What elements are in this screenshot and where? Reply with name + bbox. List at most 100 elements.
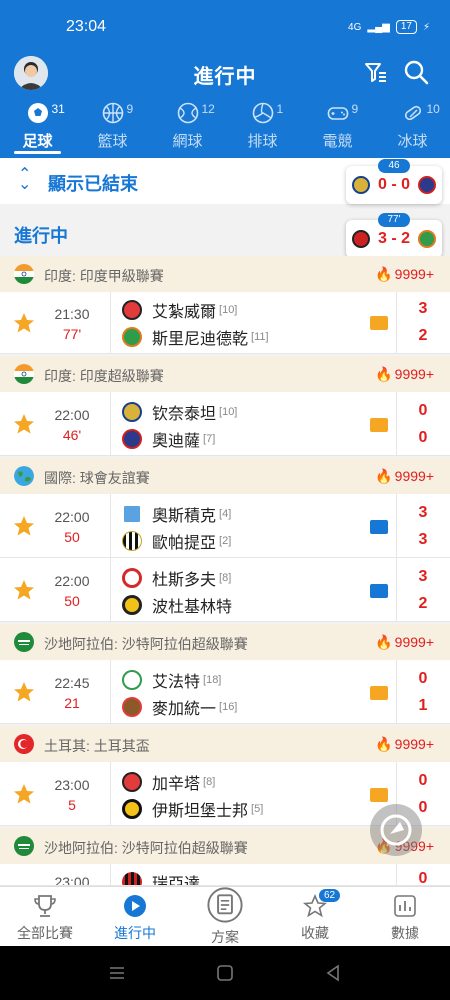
away-team: 麥加統一 [16] [122,695,237,719]
home-icon[interactable] [216,964,234,982]
team-name: 艾紮威爾 [152,304,217,321]
trophy-icon [34,895,56,917]
tab-count: 10 [426,102,440,116]
league-name: 國際: 球會友誼賽 [44,470,150,486]
tab-tennis[interactable]: 12 網球 [150,98,225,158]
soccer-kick-icon [380,814,412,846]
team-name: 瑞亞達 [152,876,201,886]
league-header[interactable]: 印度: 印度超級聯賽 🔥 9999+ [0,356,450,392]
match-row[interactable]: 22:00 50 奧斯積克 [4] 歐帕提亞 [2] 3 3 [0,494,450,558]
nav-live[interactable]: 進行中 [90,887,180,946]
team-badge-icon [122,872,142,885]
favorite-star-icon[interactable] [12,412,36,436]
away-team: 伊斯坦堡士邦 [5] [122,797,263,821]
hot-count: 🔥 9999+ [375,366,434,382]
charging-icon: ⚡ [422,21,430,33]
nav-all-matches[interactable]: 全部比賽 [0,887,90,946]
soccer-ball-icon [27,103,48,123]
tab-count: 9 [126,102,134,116]
odds-icon[interactable] [370,316,388,330]
saudi-flag-icon [14,632,34,652]
nav-data[interactable]: 數據 [360,887,450,946]
favorite-star-icon[interactable] [12,578,36,602]
tab-soccer[interactable]: 31 足球 [0,98,75,158]
filter-icon[interactable] [362,58,390,86]
nav-label: 數據 [391,925,419,941]
floating-score-chip[interactable]: 77' 3 - 2 [346,213,442,258]
home-score: 0 [418,870,428,886]
match-minute: 77' [62,326,82,342]
match-row[interactable]: 21:30 77' 艾紮威爾 [10] 斯里尼迪德乾 [11] 3 2 [0,292,450,354]
team-name: 加辛塔 [152,776,201,793]
team-name: 杜斯多夫 [152,572,217,589]
away-score: 3 [418,531,428,548]
match-time: 23:00 [54,777,90,793]
tab-count: 12 [201,102,215,116]
league-header[interactable]: 土耳其: 土耳其盃 🔥 9999+ [0,726,450,762]
tab-underline [14,151,61,154]
home-team: 杜斯多夫 [8] [122,566,231,590]
team-name: 斯里尼迪德乾 [152,331,249,348]
league-header[interactable]: 沙地阿拉伯: 沙特阿拉伯超級聯賽 🔥 9999+ [0,624,450,660]
match-row[interactable]: 22:00 50 杜斯多夫 [8] 波杜基林特 3 2 [0,558,450,622]
video-play-icon[interactable] [370,584,388,598]
away-team: 奧迪薩 [7] [122,427,215,451]
team-rank: [16] [219,701,238,713]
fire-icon: 🔥 [375,266,393,282]
status-time: 23:04 [66,18,107,35]
team-rank: [10] [219,304,238,316]
favorite-star-icon[interactable] [12,514,36,538]
search-icon[interactable] [402,58,430,86]
status-icons: 4G ▂▄▆ 17 ⚡ [348,20,430,34]
floating-score-chip[interactable]: 46 0 - 0 [346,159,442,204]
menu-icon[interactable] [108,964,126,982]
odds-icon[interactable] [370,418,388,432]
team-badge-icon [122,568,142,588]
book-icon [207,887,243,923]
odds-icon[interactable] [370,788,388,802]
tab-hockey[interactable]: 10 冰球 [375,98,450,158]
nav-favorites[interactable]: 62 收藏 [270,887,360,946]
hockey-puck-icon [404,105,421,121]
tab-basketball[interactable]: 9 籃球 [75,98,150,158]
league-header[interactable]: 國際: 球會友誼賽 🔥 9999+ [0,458,450,494]
favorite-star-icon[interactable] [12,311,36,335]
tab-label: 排球 [247,133,278,150]
video-play-icon[interactable] [370,520,388,534]
match-row[interactable]: 23:00 瑞亞達 0 [0,864,450,886]
team-rank: [8] [203,776,216,788]
tab-esports[interactable]: 9 電競 [300,98,375,158]
team-name: 波杜基林特 [152,599,233,616]
favorite-star-icon[interactable] [12,680,36,704]
divider [110,558,111,621]
system-navigation-bar [0,946,450,1000]
divider [110,292,111,353]
team-badge-icon [122,799,142,819]
fire-icon: 🔥 [375,366,393,382]
nav-label: 方案 [211,929,239,945]
floating-action-button[interactable] [370,804,422,856]
tab-label: 網球 [172,133,203,150]
match-minute: 5 [68,797,76,813]
show-finished-label: 顯示已結束 [48,174,138,194]
favorite-star-icon[interactable] [12,782,36,806]
league-header[interactable]: 印度: 印度甲級聯賽 🔥 9999+ [0,256,450,292]
match-row[interactable]: 22:45 21 艾法特 [18] 麥加統一 [16] 0 1 [0,660,450,724]
divider [396,494,397,557]
nav-plans[interactable]: 方案 [180,887,270,946]
odds-icon[interactable] [370,686,388,700]
hot-count: 🔥 9999+ [375,634,434,650]
fire-icon: 🔥 [375,736,393,752]
chip-minute: 46 [378,159,410,173]
team-badge-icon [418,230,436,248]
turkey-flag-icon [14,734,34,754]
back-icon[interactable] [324,964,342,982]
tab-volleyball[interactable]: 1 排球 [225,98,300,158]
home-team: 瑞亞達 [122,870,201,886]
divider [110,762,111,825]
divider [110,392,111,455]
match-row[interactable]: 22:00 46' 钦奈泰坦 [10] 奧迪薩 [7] 0 0 [0,392,450,456]
india-flag-icon [14,364,34,384]
away-team: 斯里尼迪德乾 [11] [122,325,269,349]
tab-count: 9 [351,102,359,116]
